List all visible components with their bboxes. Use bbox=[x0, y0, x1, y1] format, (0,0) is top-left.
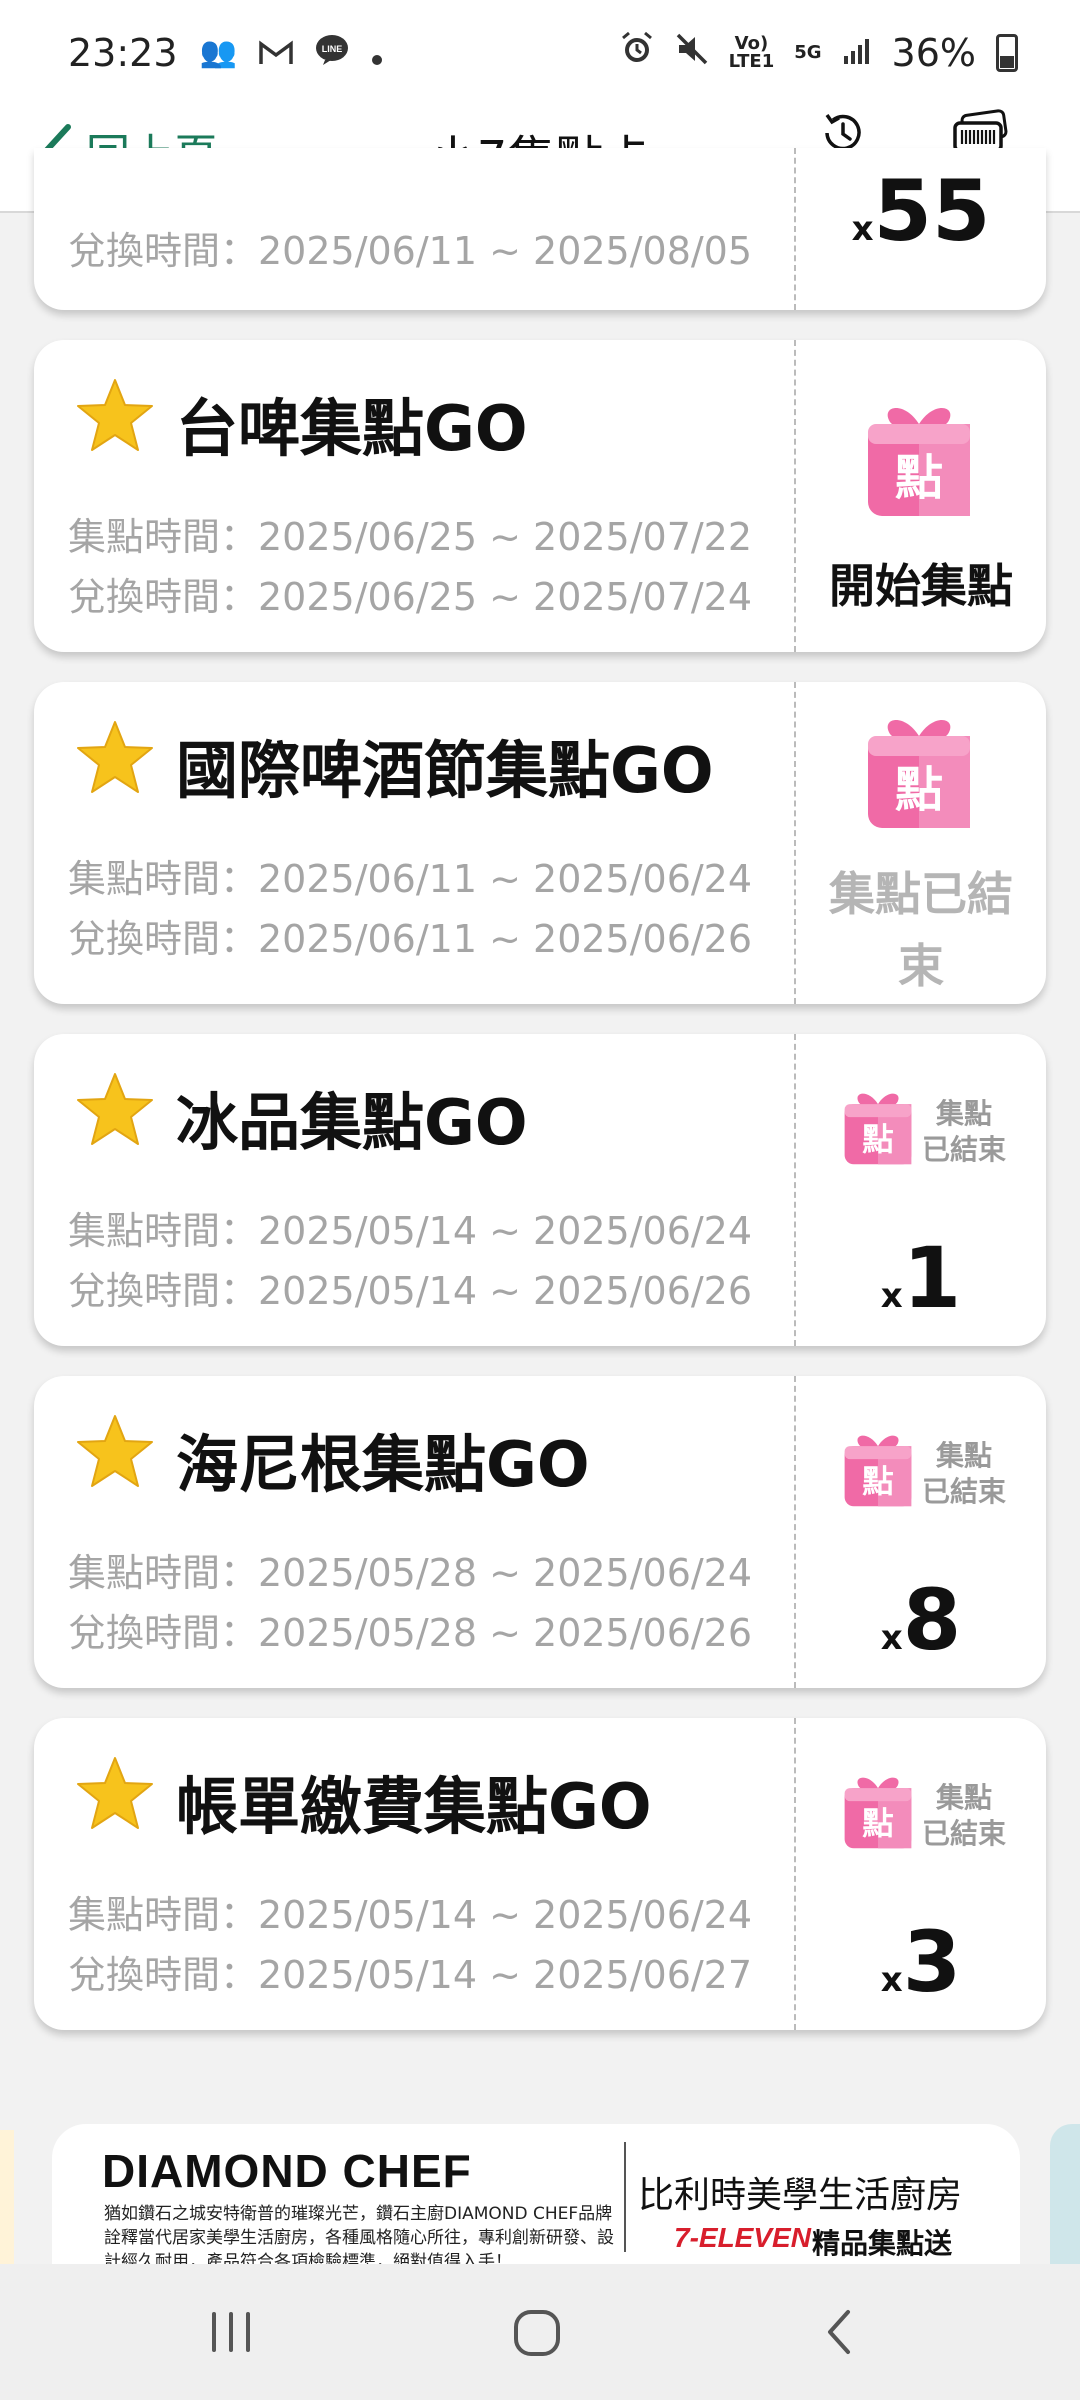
collect-time: 集點時間：2025/05/28 ~ 2025/06/24 bbox=[68, 1551, 753, 1595]
seven-eleven-logo: 7-ELEVEN bbox=[674, 2222, 811, 2253]
banner-peek-right[interactable] bbox=[1050, 2124, 1080, 2264]
banner-title: 比利時美學生活廚房 bbox=[638, 2175, 963, 2216]
gift-icon: 點 bbox=[844, 1777, 912, 1849]
status-label: 集點 已結束 bbox=[922, 1097, 1007, 1166]
clock: 23:23 bbox=[68, 30, 178, 75]
signal-icon bbox=[842, 31, 872, 75]
star-icon bbox=[77, 1073, 153, 1145]
5g-icon: 5G bbox=[794, 41, 822, 63]
card-status-area: 點 集點 已結束 x1 bbox=[796, 1034, 1046, 1346]
card-status-area: 點 集點已結 束 bbox=[796, 682, 1046, 1004]
collect-time: 集點時間：2025/06/11 ~ 2025/06/24 bbox=[68, 857, 753, 901]
collect-time: 集點時間：2025/06/25 ~ 2025/07/22 bbox=[68, 515, 753, 559]
card-title: 台啤集點GO bbox=[176, 392, 528, 465]
card-status-area: x55 bbox=[796, 148, 1046, 310]
card-status-area: 點 開始集點 bbox=[796, 340, 1046, 652]
redeem-time: 兌換時間：2025/05/28 ~ 2025/06/26 bbox=[68, 1611, 753, 1655]
redeem-time: 兌換時間：2025/05/14 ~ 2025/06/27 bbox=[68, 1953, 753, 1997]
redeem-time: 兌換時間：2025/06/11 ~ 2025/08/05 bbox=[68, 229, 753, 273]
banner-peek-left[interactable] bbox=[0, 2130, 14, 2264]
mute-icon bbox=[675, 31, 709, 75]
gift-icon: 點 bbox=[844, 1435, 912, 1507]
status-label: 集點 已結束 bbox=[922, 1781, 1007, 1850]
people-icon: 👥 bbox=[199, 35, 237, 70]
redeem-time: 兌換時間：2025/05/14 ~ 2025/06/26 bbox=[68, 1269, 753, 1313]
stamp-count: x3 bbox=[880, 1913, 962, 2011]
stamp-card[interactable]: 帳單繳費集點GO 集點時間：2025/05/14 ~ 2025/06/24 兌換… bbox=[34, 1718, 1046, 2030]
card-title: 國際啤酒節集點GO bbox=[176, 734, 714, 807]
banner-brand: DIAMOND CHEF bbox=[102, 2145, 472, 2197]
battery-percent: 36% bbox=[891, 30, 976, 75]
stamp-card[interactable]: 海尼根集點GO 集點時間：2025/05/28 ~ 2025/06/24 兌換時… bbox=[34, 1376, 1046, 1688]
svg-text:LINE: LINE bbox=[322, 44, 343, 54]
stamp-card[interactable]: 兌換時間：2025/06/11 ~ 2025/08/05 x55 bbox=[34, 148, 1046, 310]
battery-icon bbox=[996, 33, 1018, 72]
redeem-time: 兌換時間：2025/06/11 ~ 2025/06/26 bbox=[68, 917, 753, 961]
stamp-card[interactable]: 台啤集點GO 集點時間：2025/06/25 ~ 2025/07/22 兌換時間… bbox=[34, 340, 1046, 652]
star-icon bbox=[77, 721, 153, 793]
stamp-card[interactable]: 國際啤酒節集點GO 集點時間：2025/06/11 ~ 2025/06/24 兌… bbox=[34, 682, 1046, 1004]
card-status-area: 點 集點 已結束 x3 bbox=[796, 1718, 1046, 2030]
gift-icon: 點 bbox=[868, 407, 970, 516]
volte-icon: Vo) LTE1 bbox=[728, 32, 775, 72]
status-label: 集點 已結束 bbox=[922, 1439, 1007, 1508]
star-icon bbox=[77, 379, 153, 451]
back-icon[interactable] bbox=[818, 2302, 858, 2362]
stamp-count: x1 bbox=[880, 1229, 962, 1327]
svg-text:點: 點 bbox=[862, 1122, 893, 1158]
home-icon[interactable] bbox=[508, 2302, 568, 2362]
gift-icon: 點 bbox=[844, 1093, 912, 1165]
svg-text:點: 點 bbox=[862, 1806, 893, 1842]
stamp-card[interactable]: 冰品集點GO 集點時間：2025/05/14 ~ 2025/06/24 兌換時間… bbox=[34, 1034, 1046, 1346]
collect-time: 集點時間：2025/05/14 ~ 2025/06/24 bbox=[68, 1209, 753, 1253]
dot-icon bbox=[371, 31, 383, 75]
star-icon bbox=[77, 1757, 153, 1829]
star-icon bbox=[77, 1415, 153, 1487]
alarm-icon bbox=[619, 30, 655, 75]
gift-icon: 點 bbox=[868, 719, 970, 828]
card-status-area: 點 集點 已結束 x8 bbox=[796, 1376, 1046, 1688]
banner-subtitle: 精品集點送 bbox=[812, 2227, 953, 2260]
gmail-icon bbox=[259, 31, 293, 75]
card-title: 海尼根集點GO bbox=[176, 1428, 590, 1501]
recents-icon[interactable] bbox=[206, 2302, 256, 2362]
card-title: 帳單繳費集點GO bbox=[176, 1770, 652, 1843]
line-icon: LINE bbox=[315, 31, 349, 75]
banner-brand-area: DIAMOND CHEF 猶如鑽石之城安特衛普的璀璨光芒，鑽石主廚DIAMOND… bbox=[52, 2124, 627, 2264]
redeem-time: 兌換時間：2025/06/25 ~ 2025/07/24 bbox=[68, 575, 753, 619]
banner-divider bbox=[624, 2142, 626, 2252]
collect-time: 集點時間：2025/05/14 ~ 2025/06/24 bbox=[68, 1893, 753, 1937]
card-title: 冰品集點GO bbox=[176, 1086, 528, 1159]
promo-banner[interactable]: DIAMOND CHEF 猶如鑽石之城安特衛普的璀璨光芒，鑽石主廚DIAMOND… bbox=[52, 2124, 1020, 2264]
stamp-count: x55 bbox=[851, 162, 991, 260]
stamp-count: x8 bbox=[880, 1571, 962, 1669]
svg-text:點: 點 bbox=[895, 450, 943, 506]
banner-description: 猶如鑽石之城安特衛普的璀璨光芒，鑽石主廚DIAMOND CHEF品牌詮釋當代居家… bbox=[104, 2204, 614, 2264]
status-bar: 23:23 👥 LINE Vo) LTE1 5G 36% bbox=[0, 0, 1080, 105]
status-label: 集點已結 束 bbox=[829, 867, 1013, 993]
status-label: 開始集點 bbox=[829, 559, 1013, 613]
system-nav-bar bbox=[0, 2264, 1080, 2400]
svg-text:點: 點 bbox=[895, 762, 943, 818]
svg-text:點: 點 bbox=[862, 1464, 893, 1500]
